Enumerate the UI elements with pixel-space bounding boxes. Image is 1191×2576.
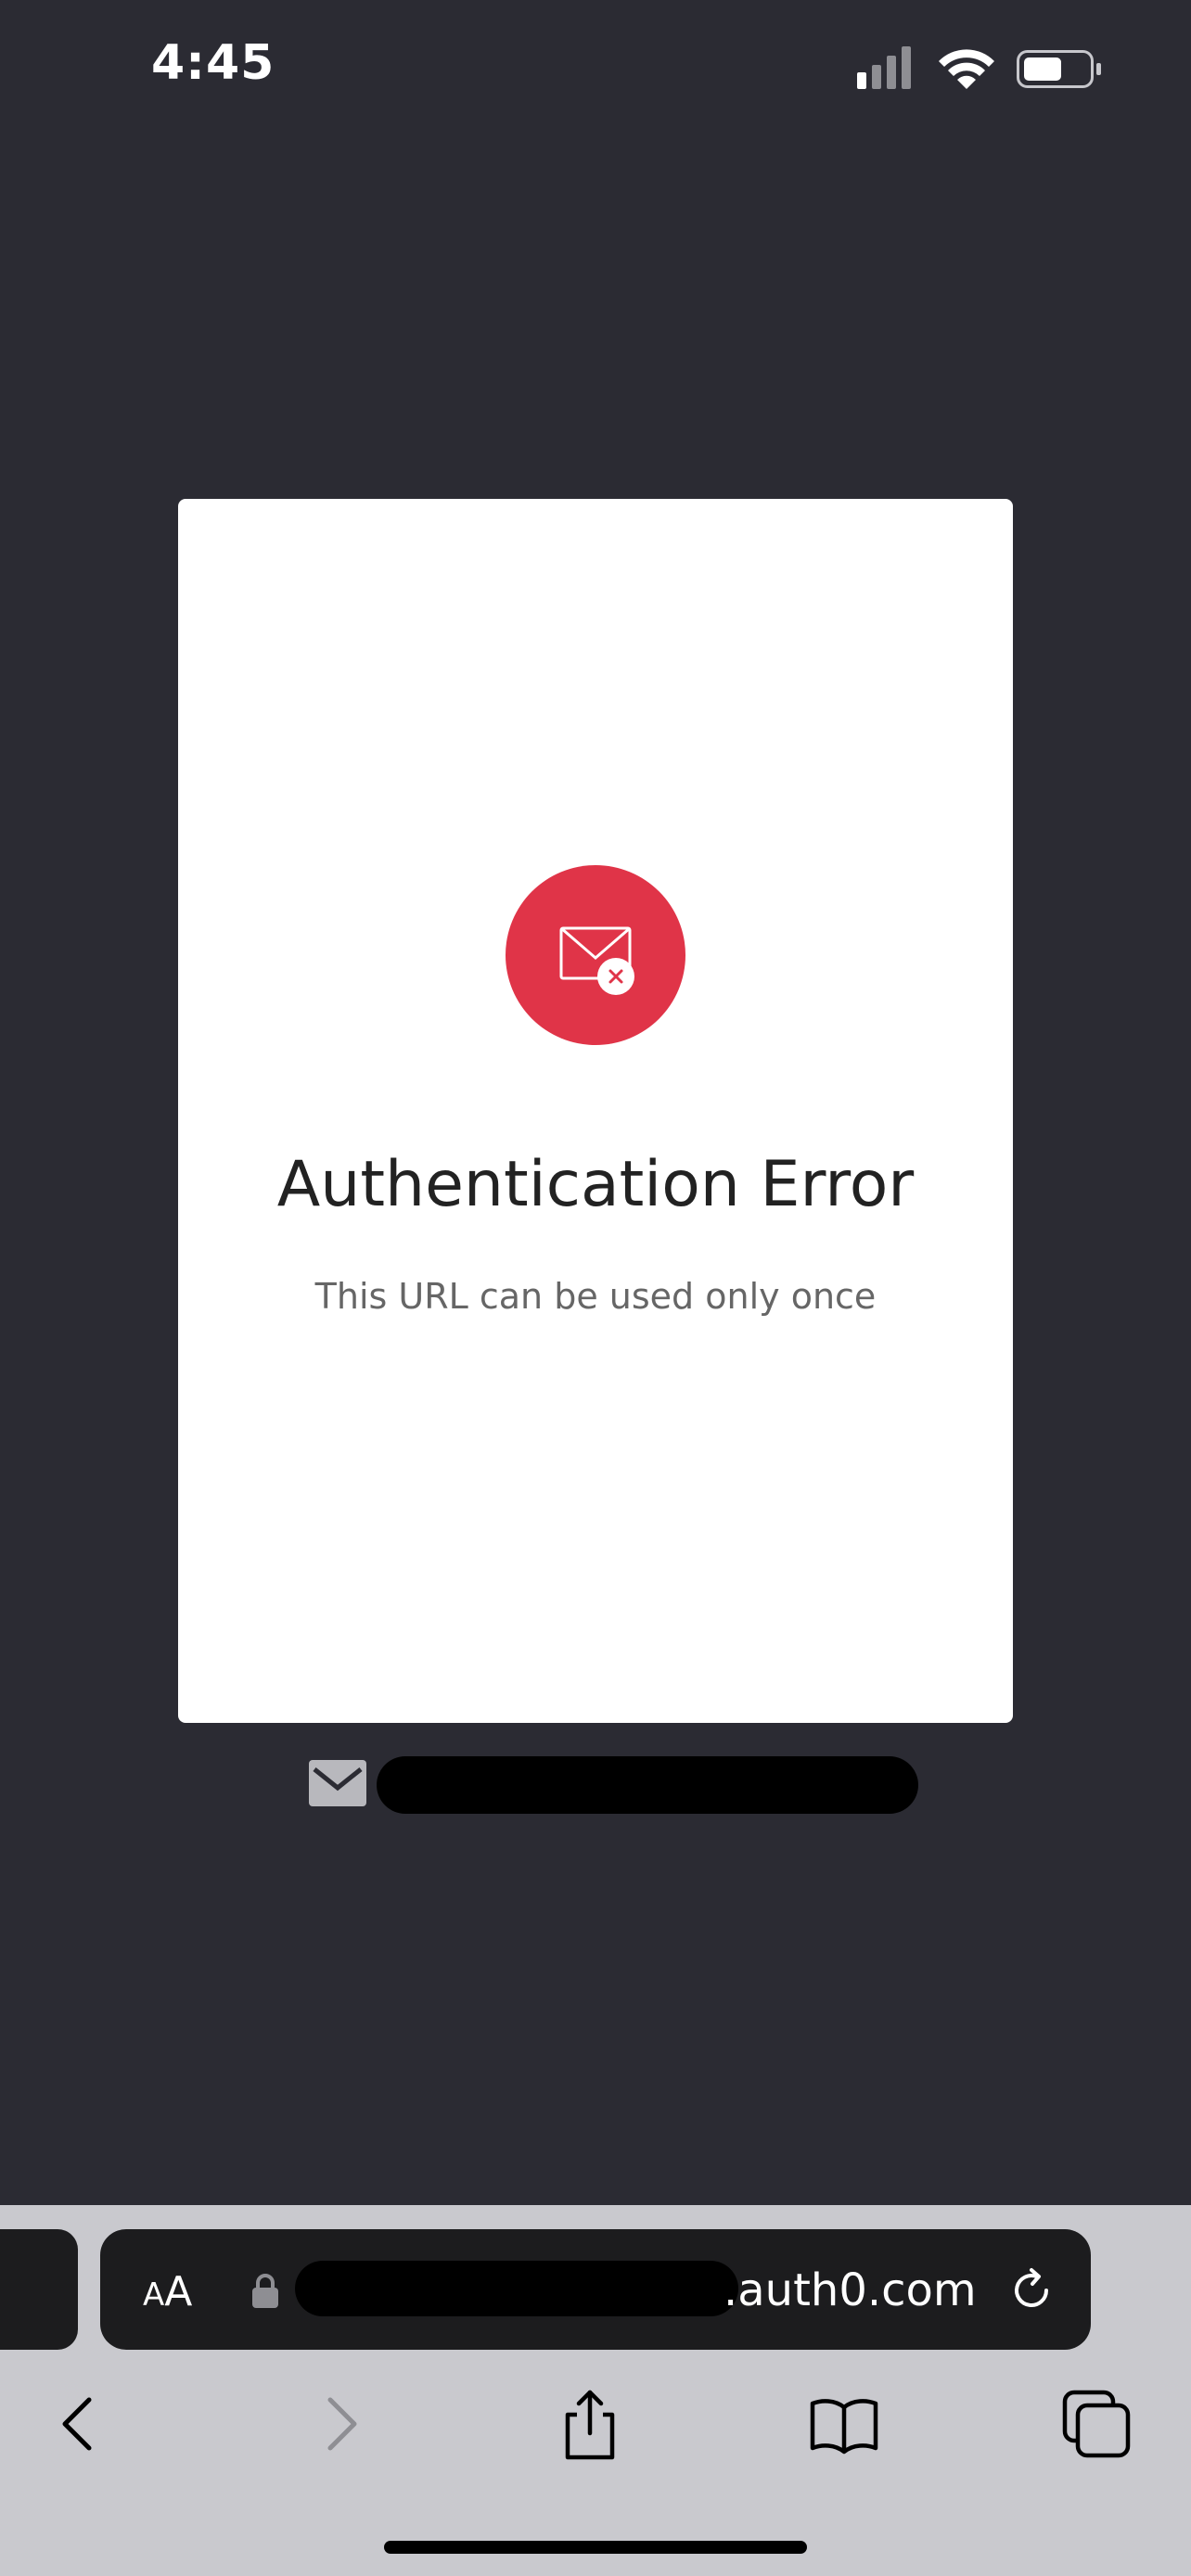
mail-error-icon [506, 865, 685, 1045]
status-time: 4:45 [151, 35, 275, 91]
status-icons [857, 46, 1101, 89]
error-message: This URL can be used only once [314, 1276, 877, 1317]
reader-settings-button[interactable]: AA [143, 2264, 208, 2320]
redacted-email [377, 1756, 918, 1814]
redacted-url [295, 2261, 738, 2316]
envelope-icon [309, 1760, 366, 1806]
page-title: Authentication Error [276, 1148, 915, 1221]
share-icon[interactable] [553, 2387, 627, 2461]
back-chevron-icon[interactable] [43, 2387, 117, 2461]
bookmarks-icon[interactable] [807, 2387, 881, 2461]
home-indicator [384, 2541, 807, 2554]
reload-icon[interactable] [1005, 2264, 1057, 2316]
battery-icon [1017, 50, 1101, 88]
tabs-icon[interactable] [1059, 2387, 1133, 2461]
forward-chevron-icon[interactable] [302, 2387, 377, 2461]
previous-tab-preview[interactable] [0, 2229, 78, 2350]
url-domain: .auth0.com [724, 2264, 977, 2316]
safari-toolbar: AA .auth0.com [0, 2205, 1191, 2576]
wifi-icon [939, 49, 994, 89]
address-bar[interactable]: AA .auth0.com [100, 2229, 1091, 2350]
lock-icon [252, 2274, 278, 2308]
auth-error-card: Authentication Error This URL can be use… [178, 499, 1013, 1723]
cellular-signal-icon [857, 46, 911, 89]
